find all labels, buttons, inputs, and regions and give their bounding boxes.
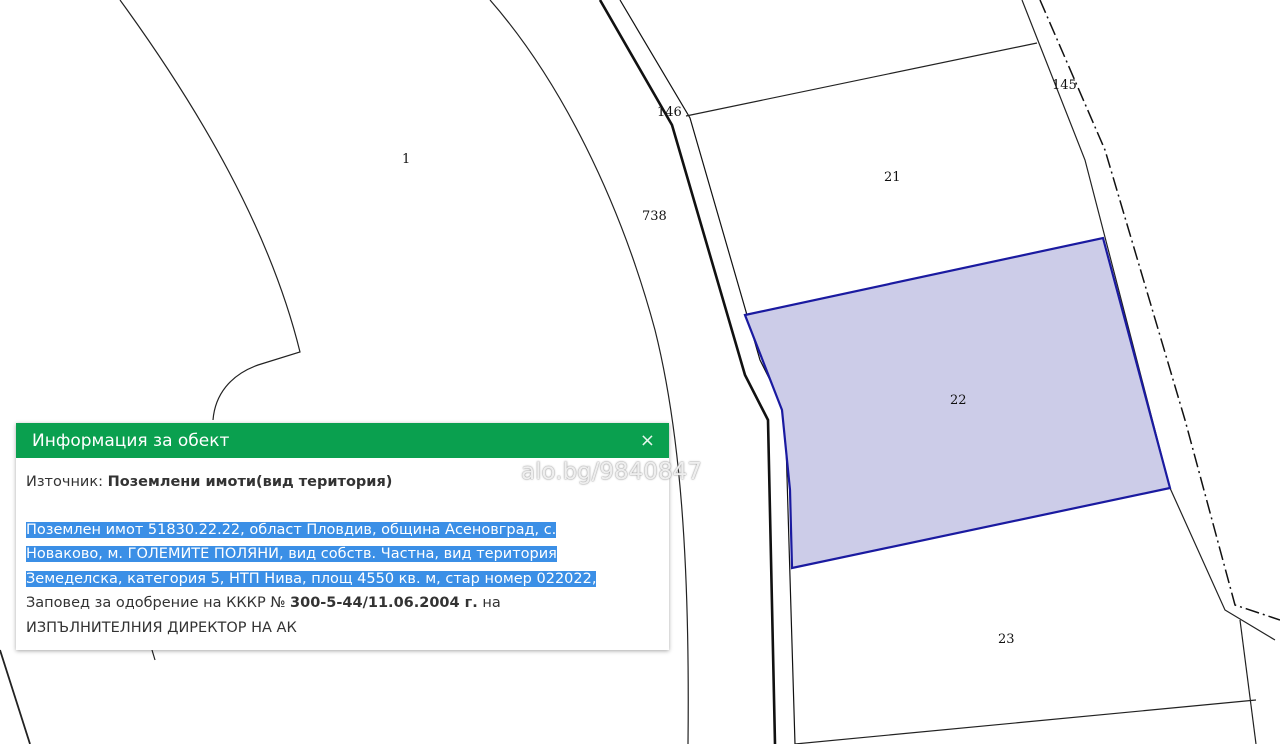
parcel-boundary bbox=[1239, 619, 1257, 744]
close-icon[interactable]: × bbox=[640, 430, 655, 451]
object-info-popup: Информация за обект × Източник: Поземлен… bbox=[16, 423, 669, 650]
parcel-boundary bbox=[685, 42, 1038, 117]
parcel-label-21: 21 bbox=[884, 170, 901, 185]
source-label: Източник: bbox=[26, 474, 103, 490]
source-line: Източник: Поземлени имоти(вид територия) bbox=[26, 470, 659, 495]
order-suffix: на bbox=[482, 595, 501, 611]
parcel-label-146: 146 bbox=[657, 105, 682, 120]
parcel-boundary bbox=[151, 649, 156, 661]
popup-body: Източник: Поземлени имоти(вид територия)… bbox=[16, 458, 669, 640]
parcel-boundary bbox=[794, 699, 1257, 744]
parcel-description[interactable]: Поземлен имот 51830.22.22, област Пловди… bbox=[26, 518, 659, 641]
order-line-2: ИЗПЪЛНИТЕЛНИЯ ДИРЕКТОР НА АК bbox=[26, 619, 297, 636]
popup-title: Информация за обект bbox=[32, 430, 230, 451]
selected-text-line: Поземлен имот 51830.22.22, област Пловди… bbox=[26, 521, 557, 538]
order-line: Заповед за одобрение на КККР № 300-5-44/… bbox=[26, 591, 659, 616]
parcel-boundary bbox=[119, 0, 301, 421]
popup-header: Информация за обект × bbox=[16, 423, 669, 458]
parcel-label-23: 23 bbox=[998, 632, 1015, 647]
parcel-boundary bbox=[0, 649, 31, 744]
parcel-label-145: 145 bbox=[1052, 78, 1077, 93]
order-prefix: Заповед за одобрение на КККР № bbox=[26, 595, 286, 611]
parcel-label-738: 738 bbox=[642, 209, 667, 224]
selected-text-line: Земеделска, категория 5, НТП Нива, площ … bbox=[26, 570, 597, 587]
source-value: Поземлени имоти(вид територия) bbox=[107, 474, 393, 490]
selected-text-line: Новаково, м. ГОЛЕМИТЕ ПОЛЯНИ, вид собств… bbox=[26, 546, 557, 562]
parcel-label-1: 1 bbox=[402, 152, 410, 167]
order-number: 300-5-44/11.06.2004 г. bbox=[290, 595, 478, 611]
parcel-label-22: 22 bbox=[950, 393, 967, 408]
